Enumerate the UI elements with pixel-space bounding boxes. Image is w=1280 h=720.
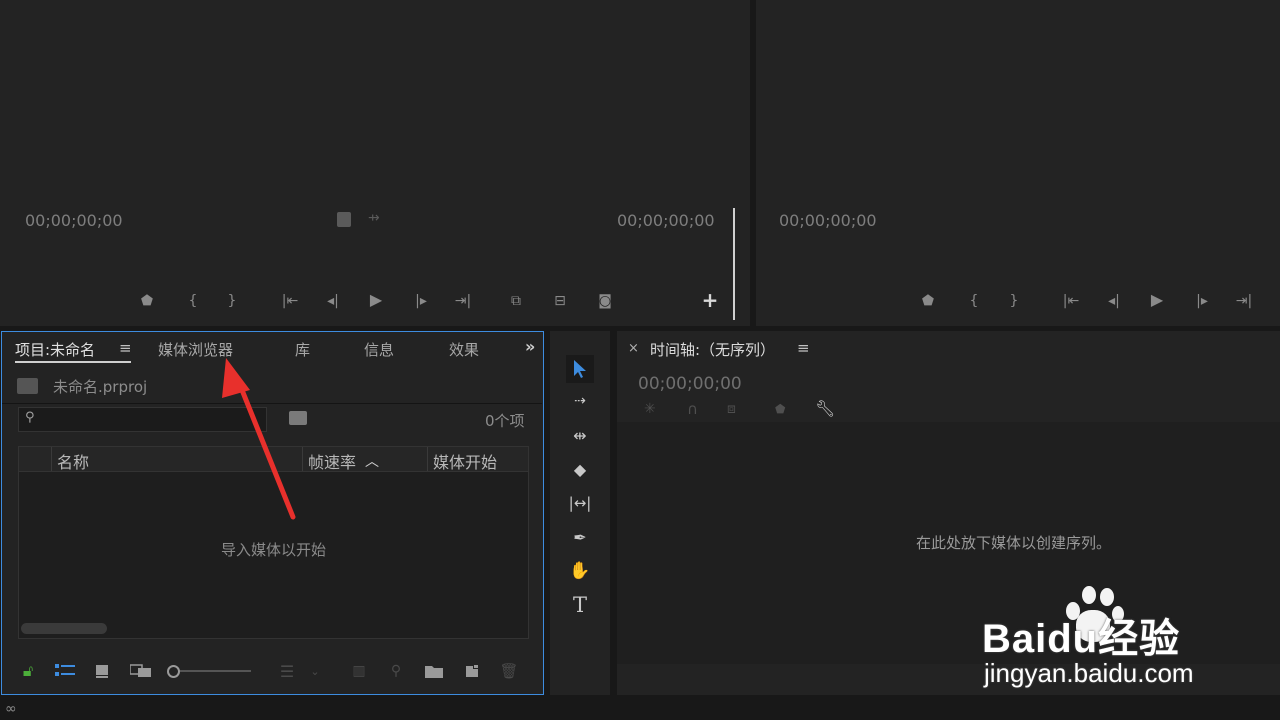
watermark-url: jingyan.baidu.com xyxy=(984,658,1194,688)
watermark-brand: Baidu经验 xyxy=(982,617,1181,661)
